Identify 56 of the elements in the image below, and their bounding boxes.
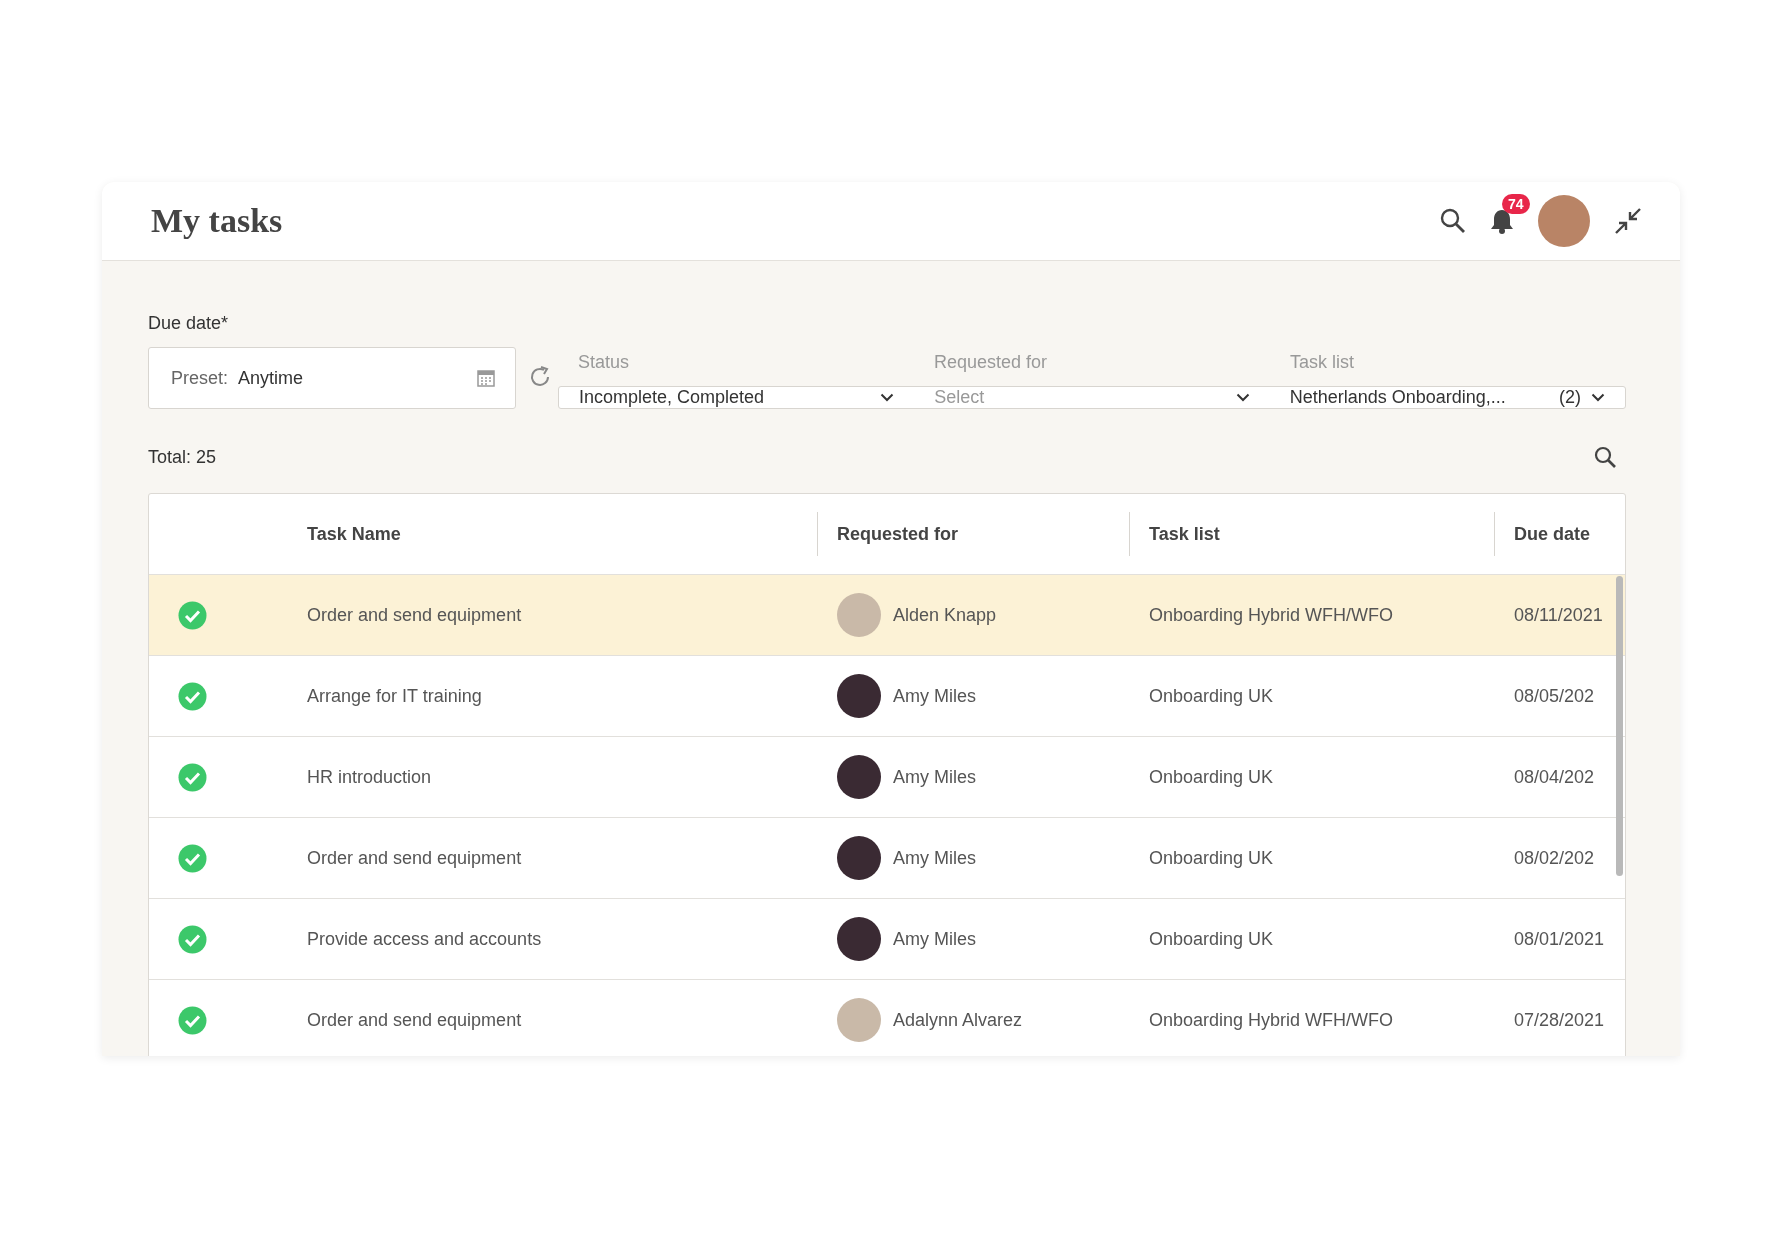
column-header[interactable]: Task list — [1129, 494, 1494, 574]
task-list-name: Onboarding UK — [1148, 928, 1275, 950]
task-list-name: Onboarding UK — [1148, 766, 1275, 788]
bell-icon[interactable] — [1490, 208, 1514, 234]
refresh-icon[interactable] — [528, 365, 552, 389]
collapse-icon[interactable] — [1614, 207, 1642, 235]
due-date: 08/04/202 — [1513, 766, 1596, 788]
preset-label: Preset: — [171, 367, 229, 389]
person-name: Alden Knapp — [893, 604, 997, 626]
filter-label: Status — [577, 352, 631, 374]
search-icon[interactable] — [1440, 208, 1466, 234]
filter-label: Task list — [1289, 352, 1355, 374]
due-date: 07/28/2021 — [1513, 1009, 1606, 1031]
person-name: Adalynn Alvarez — [893, 1009, 1023, 1031]
search-icon[interactable] — [1594, 446, 1616, 468]
user-avatar[interactable] — [1538, 195, 1590, 247]
column-header[interactable]: Task Name — [287, 494, 817, 574]
person-name: Amy Miles — [893, 766, 976, 788]
page-title: My tasks — [151, 202, 284, 240]
notification-badge: 74 — [1502, 194, 1530, 214]
filter-label: Due date* — [148, 313, 230, 335]
calendar-icon — [477, 369, 495, 387]
person-avatar — [837, 674, 881, 718]
person-name: Amy Miles — [893, 685, 976, 707]
task-name: Provide access and accounts — [306, 928, 543, 950]
person-avatar — [837, 998, 881, 1042]
person-name: Amy Miles — [893, 928, 976, 950]
due-date: 08/11/2021 — [1513, 604, 1604, 626]
task-name: Order and send equipment — [306, 847, 523, 869]
task-list-name: Onboarding UK — [1148, 847, 1275, 869]
due-date: 08/02/202 — [1513, 847, 1596, 869]
column-header[interactable]: Due date — [1494, 494, 1625, 574]
due-date: 08/05/202 — [1513, 685, 1596, 707]
date-field[interactable]: Preset: Anytime — [148, 347, 516, 409]
task-list-name: Onboarding Hybrid WFH/WFO — [1148, 1009, 1395, 1031]
person-name: Amy Miles — [893, 847, 976, 869]
task-name: Order and send equipment — [306, 1009, 523, 1031]
task-row[interactable]: Order and send equipment Amy Miles Onboarding UK 08/02/202 — [149, 818, 1625, 899]
filter-label: Requested for — [933, 352, 1049, 374]
person-avatar — [837, 836, 881, 880]
task-list-name: Onboarding UK — [1148, 685, 1275, 707]
total-count: Total: 25 — [148, 446, 218, 468]
task-name: Order and send equipment — [306, 604, 523, 626]
task-row[interactable]: Order and send equipment Adalynn Alvarez Onboarding Hybrid WFH/WFO 07/28/2021 — [149, 980, 1625, 1056]
date-value: Anytime — [238, 367, 305, 389]
scrollbar[interactable] — [1616, 576, 1623, 876]
task-name: HR introduction — [306, 766, 433, 788]
person-avatar — [837, 593, 881, 637]
person-avatar — [837, 917, 881, 961]
task-row[interactable]: Order and send equipment Alden Knapp Onboarding Hybrid WFH/WFO 08/11/2021 — [149, 575, 1625, 656]
column-header[interactable]: Requested for — [817, 494, 1129, 574]
due-date: 08/01/2021 — [1513, 928, 1606, 950]
task-row[interactable]: Provide access and accounts Amy Miles Onboarding UK 08/01/2021 — [149, 899, 1625, 980]
person-avatar — [837, 755, 881, 799]
task-list-name: Onboarding Hybrid WFH/WFO — [1148, 604, 1395, 626]
task-name: Arrange for IT training — [306, 685, 483, 707]
